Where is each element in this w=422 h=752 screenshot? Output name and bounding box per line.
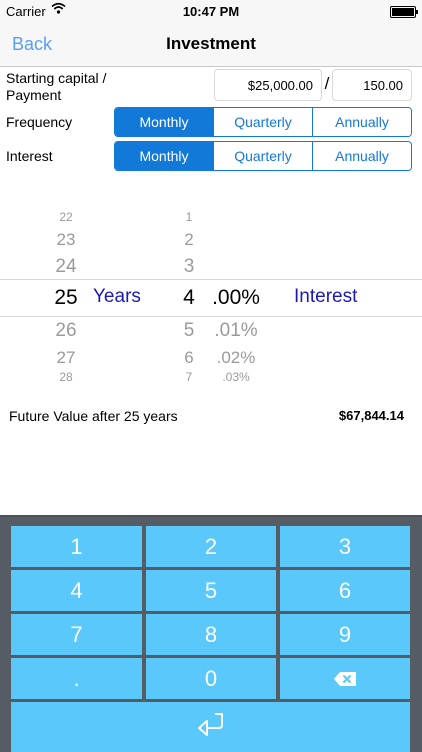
years-option[interactable]: 24 bbox=[38, 256, 94, 278]
page-title: Investment bbox=[166, 34, 256, 53]
status-bar: Carrier 10:47 PM bbox=[0, 0, 422, 22]
interest-label: Interest bbox=[6, 148, 53, 164]
enter-icon bbox=[194, 711, 228, 744]
key-6[interactable]: 6 bbox=[280, 570, 410, 611]
key-4[interactable]: 4 bbox=[11, 570, 142, 611]
key-3[interactable]: 3 bbox=[280, 526, 410, 567]
interest-decimal-option[interactable]: .03% bbox=[200, 370, 272, 384]
key-5[interactable]: 5 bbox=[146, 570, 276, 611]
key-backspace[interactable] bbox=[280, 658, 410, 699]
enter-key[interactable] bbox=[11, 702, 410, 752]
term-interest-picker[interactable]: 22 23 24 25 26 27 28 Years 1 2 3 4 5 6 7… bbox=[0, 200, 422, 388]
interest-whole-option[interactable]: 2 bbox=[168, 230, 210, 250]
frequency-segmented-control: Monthly Quarterly Annually bbox=[114, 107, 412, 137]
frequency-option-monthly[interactable]: Monthly bbox=[115, 108, 213, 136]
years-option[interactable]: 26 bbox=[38, 320, 94, 342]
interest-decimal-option[interactable]: .02% bbox=[200, 348, 272, 368]
interest-whole-option[interactable]: 3 bbox=[168, 256, 210, 278]
key-8[interactable]: 8 bbox=[146, 614, 276, 655]
interest-option-quarterly[interactable]: Quarterly bbox=[213, 142, 312, 170]
years-option[interactable]: 23 bbox=[38, 230, 94, 250]
frequency-label: Frequency bbox=[6, 114, 73, 130]
capital-separator: / bbox=[324, 74, 330, 93]
interest-decimal-option[interactable]: .01% bbox=[200, 320, 272, 342]
backspace-icon bbox=[333, 671, 357, 687]
nav-bar: Back Investment bbox=[0, 22, 422, 67]
key-0[interactable]: 0 bbox=[146, 658, 276, 699]
key-9[interactable]: 9 bbox=[280, 614, 410, 655]
battery-icon bbox=[390, 6, 418, 18]
interest-decimal-option-selected[interactable]: .00% bbox=[200, 286, 272, 310]
key-1[interactable]: 1 bbox=[11, 526, 142, 567]
years-option-selected[interactable]: 25 bbox=[38, 286, 94, 310]
years-unit-label: Years bbox=[93, 286, 141, 307]
key-2[interactable]: 2 bbox=[146, 526, 276, 567]
numeric-keypad: 1 2 3 4 5 6 7 8 9 . 0 bbox=[0, 515, 422, 752]
key-7[interactable]: 7 bbox=[11, 614, 142, 655]
starting-capital-input[interactable] bbox=[214, 69, 322, 101]
interest-option-monthly[interactable]: Monthly bbox=[115, 142, 213, 170]
years-option[interactable]: 27 bbox=[38, 348, 94, 368]
payment-input[interactable] bbox=[332, 69, 412, 101]
frequency-option-quarterly[interactable]: Quarterly bbox=[213, 108, 312, 136]
interest-unit-label: Interest bbox=[294, 286, 358, 307]
key-decimal[interactable]: . bbox=[11, 658, 142, 699]
future-value-amount: $67,844.14 bbox=[338, 408, 404, 423]
years-option[interactable]: 28 bbox=[38, 370, 94, 384]
years-option[interactable]: 22 bbox=[38, 210, 94, 224]
interest-segmented-control: Monthly Quarterly Annually bbox=[114, 141, 412, 171]
interest-option-annually[interactable]: Annually bbox=[312, 142, 411, 170]
status-time: 10:47 PM bbox=[182, 4, 240, 19]
frequency-option-annually[interactable]: Annually bbox=[312, 108, 411, 136]
future-value-label: Future Value after 25 years bbox=[9, 408, 178, 424]
capital-label: Starting capital / Payment bbox=[6, 70, 107, 103]
interest-whole-option[interactable]: 1 bbox=[168, 210, 210, 224]
